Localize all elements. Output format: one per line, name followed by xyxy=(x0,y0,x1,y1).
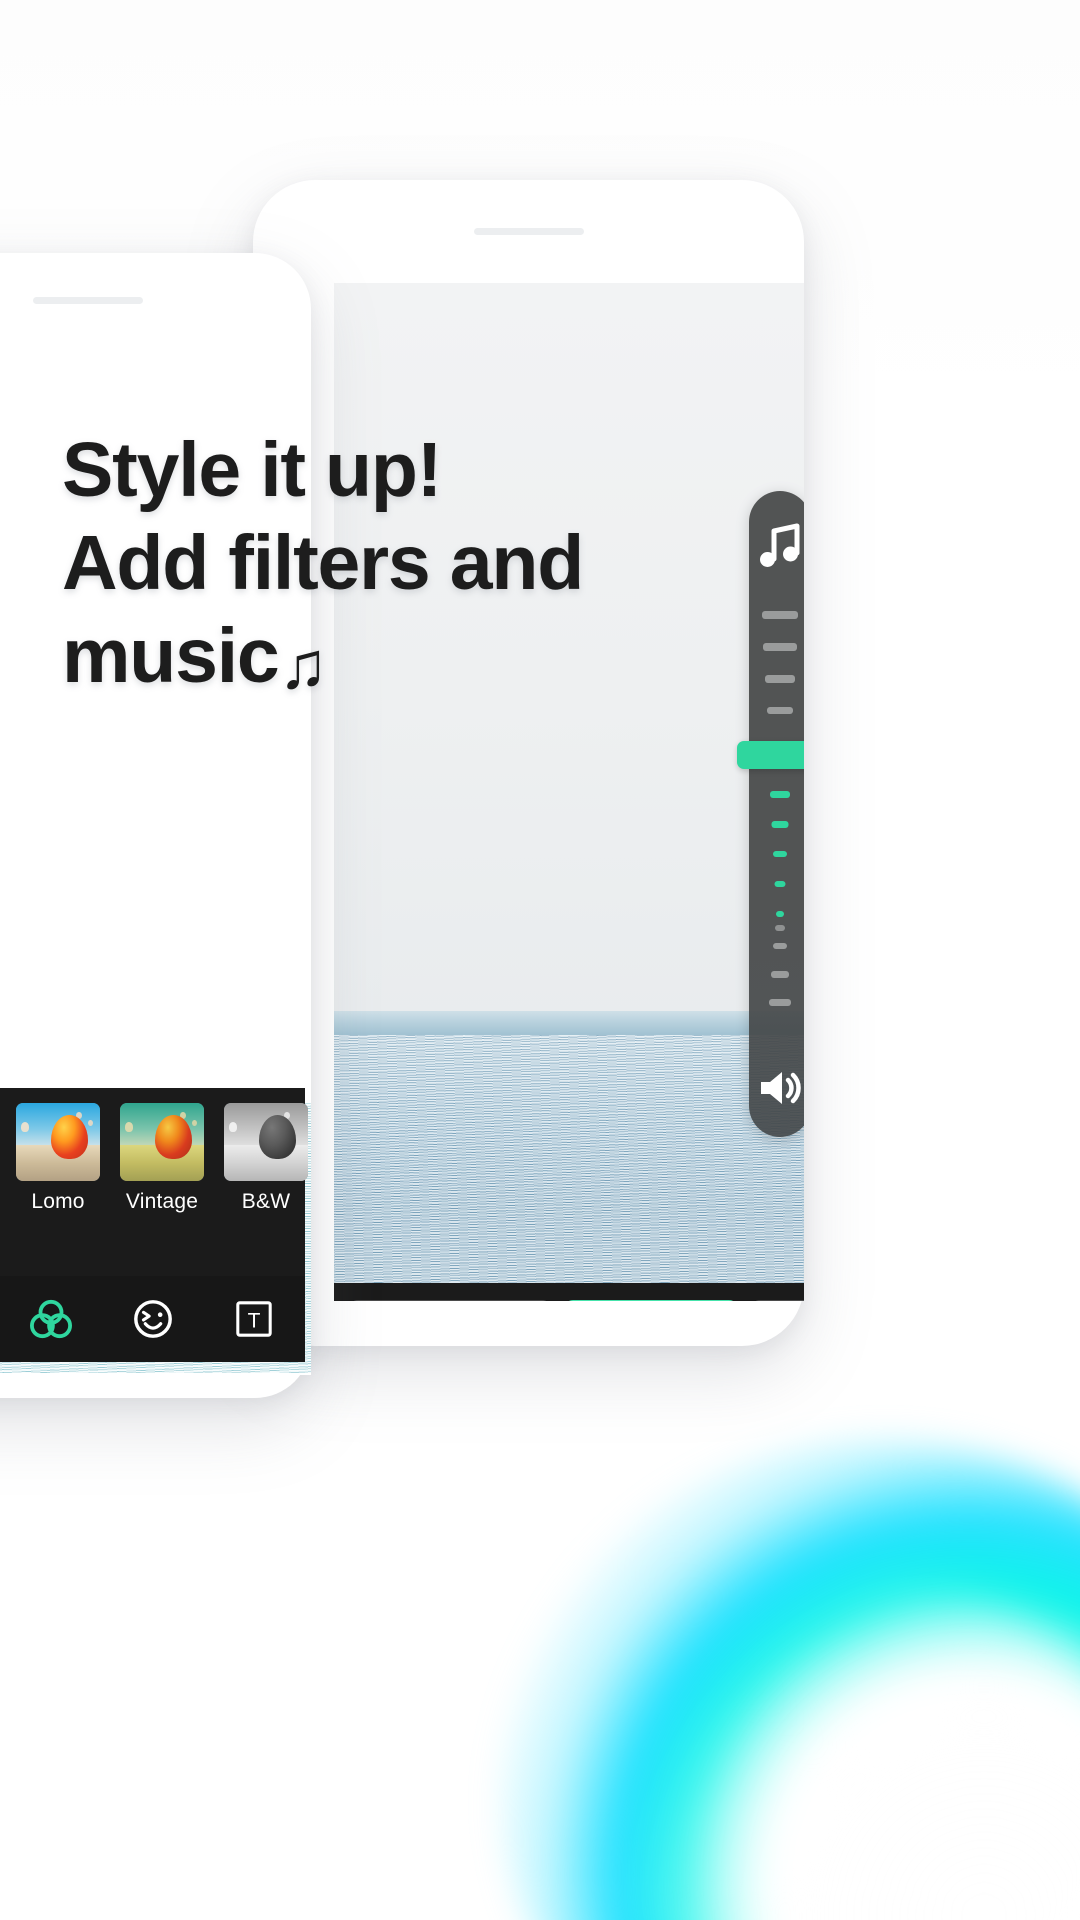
toolbar-stickers-button[interactable] xyxy=(102,1298,204,1340)
filter-preset-row[interactable]: Lomo Vintage B&W xyxy=(0,1103,308,1214)
svg-text:T: T xyxy=(248,1310,261,1333)
filter-item-bw[interactable]: B&W xyxy=(224,1103,308,1214)
toolbar-text-button[interactable]: T xyxy=(203,1299,305,1339)
headline-line-2: Add filters and xyxy=(62,520,584,607)
phone-speaker-grill xyxy=(33,297,143,304)
speaker-volume-icon xyxy=(757,1067,803,1109)
toolbar-filters-button[interactable] xyxy=(0,1298,102,1340)
music-chip-my-music[interactable]: My music xyxy=(349,1300,551,1301)
phone-speaker-grill xyxy=(473,228,584,235)
filters-panel-bg: Lomo Vintage B&W xyxy=(0,1088,308,1276)
app-store-promo-screenshot: My music Groovy xyxy=(0,0,1080,1920)
filter-thumbnail-vintage xyxy=(120,1103,204,1181)
music-note-glyph: ♫ xyxy=(278,628,329,703)
photo-horizon xyxy=(334,1011,804,1037)
editor-toolbar-filters[interactable]: T xyxy=(0,1276,305,1362)
filter-thumbnail-bw xyxy=(224,1103,308,1181)
music-chip-groovy[interactable]: Groovy xyxy=(563,1300,739,1301)
filter-thumbnail-lomo xyxy=(16,1103,100,1181)
volume-slider-thumb[interactable] xyxy=(737,741,804,769)
music-note-icon xyxy=(757,521,803,569)
filter-label: Lomo xyxy=(31,1190,85,1213)
filter-item-vintage[interactable]: Vintage xyxy=(120,1103,204,1214)
page-title: Style it up! Add filters and music♫ xyxy=(62,424,682,703)
headline-line-3: music xyxy=(62,613,280,700)
filter-label: Vintage xyxy=(125,1190,199,1213)
headline-line-1: Style it up! xyxy=(62,427,442,513)
volume-slider[interactable] xyxy=(737,491,804,1137)
filter-item-lomo[interactable]: Lomo xyxy=(16,1103,100,1214)
music-preset-row[interactable]: My music Groovy xyxy=(334,1283,804,1301)
headline-line-3-wrapper: music♫ xyxy=(62,610,682,703)
phone-mockup-music: My music Groovy xyxy=(253,180,804,1346)
filter-label: B&W xyxy=(241,1190,291,1213)
music-chip-uplifting[interactable]: Uplifting xyxy=(751,1300,804,1301)
photo-sea xyxy=(334,1035,804,1283)
